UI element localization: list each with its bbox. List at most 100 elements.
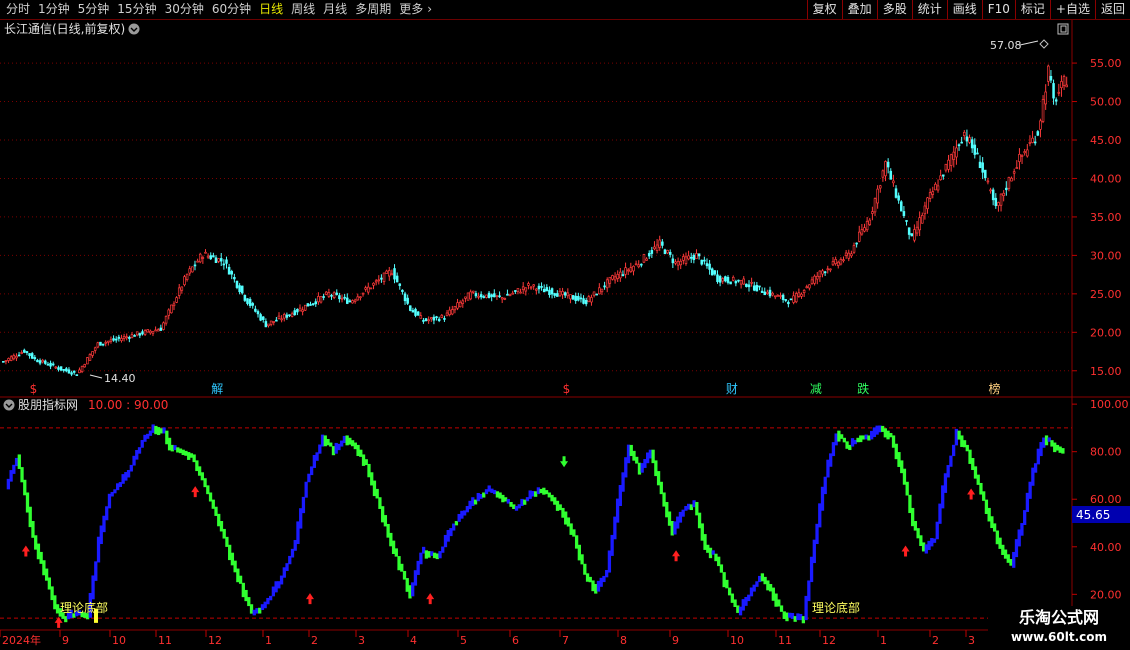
indicator-bar	[935, 521, 939, 540]
candle-body	[737, 279, 740, 282]
candle-body	[514, 290, 517, 292]
candle-body	[839, 259, 843, 265]
candle-body	[978, 161, 982, 169]
price-tick-label: 50.00	[1090, 96, 1122, 109]
candle-body	[298, 307, 302, 312]
candle-body	[162, 322, 165, 330]
candle-body	[595, 293, 598, 296]
candle-body	[390, 273, 394, 276]
time-label: 11	[778, 634, 792, 647]
candle-body	[419, 315, 423, 319]
candle-body	[750, 281, 753, 284]
candle-body	[78, 369, 81, 374]
candle-body	[151, 330, 155, 334]
stock-chart[interactable]: $ 解 $ 财减跌榜 15.0020.0025.0030.0035.0040.0045…	[0, 20, 1130, 650]
time-label: 12	[822, 634, 836, 647]
candle-body	[1031, 137, 1034, 143]
candle-body	[86, 357, 89, 365]
candle-body	[1012, 171, 1016, 174]
period-tab[interactable]: 30分钟	[161, 0, 208, 19]
period-tab[interactable]: 月线	[319, 0, 351, 19]
chevron-down-icon[interactable]	[128, 23, 140, 35]
candle-body	[587, 296, 591, 303]
candle-body	[823, 271, 827, 274]
candle-body	[264, 321, 268, 328]
candle-body	[810, 279, 814, 284]
candle-body	[359, 296, 362, 299]
candle-body	[430, 317, 433, 320]
period-tab[interactable]: 分时	[2, 0, 34, 19]
candle-body	[424, 318, 428, 322]
candle-body	[1041, 99, 1045, 122]
period-tab[interactable]: 1分钟	[34, 0, 74, 19]
period-tab[interactable]: 60分钟	[208, 0, 255, 19]
time-label: 2	[311, 634, 318, 647]
candle-body	[1023, 151, 1026, 154]
candle-body	[624, 267, 627, 275]
toolbar-button[interactable]: 返回	[1094, 0, 1130, 19]
candle-body	[240, 285, 244, 294]
candle-body	[619, 271, 622, 279]
candle-body	[970, 139, 974, 149]
period-tab[interactable]: 日线	[255, 0, 287, 19]
period-tab[interactable]: 周线	[287, 0, 319, 19]
candle-body	[196, 260, 199, 263]
candle-body	[766, 291, 769, 294]
period-tab[interactable]: 5分钟	[74, 0, 114, 19]
candle-body	[944, 163, 948, 171]
toolbar-button[interactable]: +自选	[1049, 0, 1095, 19]
candle-body	[345, 297, 349, 304]
candle-body	[947, 159, 950, 170]
candle-body	[96, 342, 100, 348]
price-tick-label: 25.00	[1090, 288, 1122, 301]
chevron-down-icon[interactable]	[3, 399, 15, 411]
toolbar-button[interactable]: 标记	[1014, 0, 1050, 19]
price-tick-label: 35.00	[1090, 211, 1122, 224]
candle-body	[679, 260, 682, 266]
more-periods-button[interactable]: 更多	[395, 0, 427, 19]
candle-body	[177, 287, 181, 296]
candle-body	[600, 288, 604, 293]
toolbar-button[interactable]: 复权	[806, 0, 842, 19]
candle-body	[414, 308, 417, 316]
candle-body	[703, 259, 706, 262]
period-tab[interactable]: 15分钟	[113, 0, 160, 19]
period-tab[interactable]: 多周期	[351, 0, 395, 19]
candle-body	[70, 372, 73, 375]
indicator-bar	[394, 548, 398, 557]
candle-body	[227, 266, 231, 275]
candle-body	[579, 297, 583, 300]
candle-body	[1026, 149, 1029, 157]
candle-body	[285, 314, 289, 318]
toolbar-button[interactable]: 统计	[911, 0, 947, 19]
indicator-bar	[1061, 448, 1065, 454]
bottom-signal-label: 理论底部	[60, 600, 108, 615]
candle-body	[713, 270, 717, 275]
indicator-tick-label: 40.00	[1090, 541, 1122, 554]
candle-body	[739, 280, 743, 285]
candle-body	[175, 297, 178, 303]
candle-body	[747, 284, 751, 288]
candle-body	[731, 276, 735, 281]
candle-body	[844, 252, 848, 256]
toolbar-button[interactable]: 多股	[876, 0, 912, 19]
candle-body	[198, 253, 202, 263]
candle-body	[910, 233, 914, 237]
candle-body	[545, 287, 549, 292]
toolbar-button[interactable]: 叠加	[841, 0, 877, 19]
candle-body	[135, 331, 139, 336]
candle-body	[574, 295, 577, 301]
chevron-right-icon[interactable]: ›	[427, 0, 436, 19]
indicator-bar	[982, 491, 986, 501]
toolbar-button[interactable]: 画线	[946, 0, 982, 19]
candle-body	[2, 361, 5, 363]
high-price-label: 57.08	[990, 39, 1022, 52]
candle-body	[1036, 131, 1040, 136]
candle-body	[892, 180, 895, 184]
toolbar-button[interactable]: F10	[981, 0, 1015, 19]
candle-body	[955, 147, 958, 158]
candle-body	[30, 353, 34, 359]
indicator-bar	[17, 454, 21, 469]
candle-body	[692, 254, 696, 261]
candle-body	[369, 287, 373, 290]
